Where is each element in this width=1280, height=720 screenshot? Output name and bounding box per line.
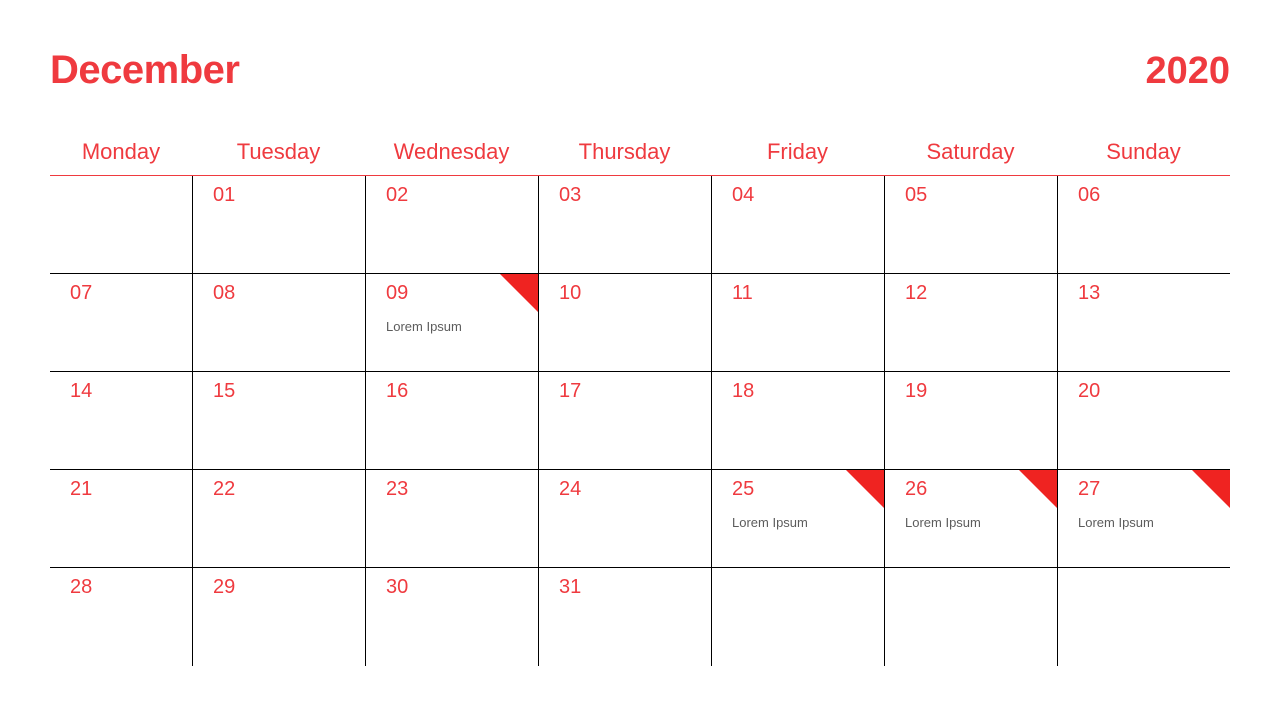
day-number: 28 (70, 576, 192, 599)
day-number: 08 (213, 282, 365, 305)
day-cell[interactable]: 05 (884, 176, 1057, 274)
day-number: 23 (386, 478, 538, 501)
day-cell[interactable]: 08 (192, 274, 365, 372)
day-cell[interactable]: 02 (365, 176, 538, 274)
day-cell[interactable]: 23 (365, 470, 538, 568)
day-number: 06 (1078, 184, 1230, 207)
day-cell[interactable]: 01 (192, 176, 365, 274)
event-marker-icon (846, 470, 884, 508)
day-cell[interactable]: 14 (50, 372, 192, 470)
day-number: 18 (732, 380, 884, 403)
day-cell[interactable]: 03 (538, 176, 711, 274)
day-note: Lorem Ipsum (1078, 515, 1230, 530)
day-cell[interactable] (884, 568, 1057, 666)
weekday-header: Thursday (538, 133, 711, 175)
day-number: 07 (70, 282, 192, 305)
day-cell[interactable]: 30 (365, 568, 538, 666)
day-number: 20 (1078, 380, 1230, 403)
weekday-header: Tuesday (192, 133, 365, 175)
year-title: 2020 (1145, 50, 1230, 93)
day-cell[interactable]: 25Lorem Ipsum (711, 470, 884, 568)
day-cell[interactable]: 28 (50, 568, 192, 666)
day-number: 29 (213, 576, 365, 599)
event-marker-icon (1192, 470, 1230, 508)
day-number: 15 (213, 380, 365, 403)
day-cell[interactable]: 21 (50, 470, 192, 568)
day-cell[interactable] (50, 176, 192, 274)
day-cell[interactable]: 15 (192, 372, 365, 470)
day-number: 11 (732, 282, 884, 305)
event-marker-icon (1019, 470, 1057, 508)
event-marker-icon (500, 274, 538, 312)
day-number: 12 (905, 282, 1057, 305)
day-cell[interactable]: 06 (1057, 176, 1230, 274)
calendar: Monday Tuesday Wednesday Thursday Friday… (50, 133, 1230, 666)
weekday-header: Friday (711, 133, 884, 175)
day-cell[interactable]: 09Lorem Ipsum (365, 274, 538, 372)
day-cell[interactable]: 10 (538, 274, 711, 372)
weekday-header: Wednesday (365, 133, 538, 175)
day-cell[interactable]: 04 (711, 176, 884, 274)
day-cell[interactable]: 17 (538, 372, 711, 470)
day-note: Lorem Ipsum (905, 515, 1057, 530)
day-number: 03 (559, 184, 711, 207)
day-cell[interactable]: 18 (711, 372, 884, 470)
day-number: 21 (70, 478, 192, 501)
day-cell[interactable]: 22 (192, 470, 365, 568)
day-number: 05 (905, 184, 1057, 207)
day-cell[interactable]: 16 (365, 372, 538, 470)
day-number: 14 (70, 380, 192, 403)
calendar-header: December 2020 (50, 48, 1230, 93)
day-cell[interactable] (711, 568, 884, 666)
day-cell[interactable]: 24 (538, 470, 711, 568)
day-cell[interactable]: 13 (1057, 274, 1230, 372)
day-number: 16 (386, 380, 538, 403)
day-number: 13 (1078, 282, 1230, 305)
day-number: 31 (559, 576, 711, 599)
day-note: Lorem Ipsum (386, 319, 538, 334)
day-number: 04 (732, 184, 884, 207)
day-number: 01 (213, 184, 365, 207)
day-number: 10 (559, 282, 711, 305)
weekday-header-row: Monday Tuesday Wednesday Thursday Friday… (50, 133, 1230, 176)
weekday-header: Saturday (884, 133, 1057, 175)
day-number: 22 (213, 478, 365, 501)
weekday-header: Monday (50, 133, 192, 175)
day-number: 30 (386, 576, 538, 599)
calendar-grid: 01 02 03 04 05 06 07 0809Lorem Ipsum 10 11 12 13 14 1… (50, 176, 1230, 666)
day-number: 17 (559, 380, 711, 403)
day-cell[interactable]: 31 (538, 568, 711, 666)
day-cell[interactable]: 07 (50, 274, 192, 372)
day-cell[interactable]: 20 (1057, 372, 1230, 470)
day-note: Lorem Ipsum (732, 515, 884, 530)
day-number: 24 (559, 478, 711, 501)
day-cell[interactable]: 27Lorem Ipsum (1057, 470, 1230, 568)
weekday-header: Sunday (1057, 133, 1230, 175)
month-title: December (50, 48, 239, 93)
day-number: 02 (386, 184, 538, 207)
day-cell[interactable]: 29 (192, 568, 365, 666)
day-cell[interactable]: 26Lorem Ipsum (884, 470, 1057, 568)
day-cell[interactable] (1057, 568, 1230, 666)
day-cell[interactable]: 12 (884, 274, 1057, 372)
calendar-page: December 2020 Monday Tuesday Wednesday T… (0, 0, 1280, 666)
day-cell[interactable]: 19 (884, 372, 1057, 470)
day-cell[interactable]: 11 (711, 274, 884, 372)
day-number: 19 (905, 380, 1057, 403)
